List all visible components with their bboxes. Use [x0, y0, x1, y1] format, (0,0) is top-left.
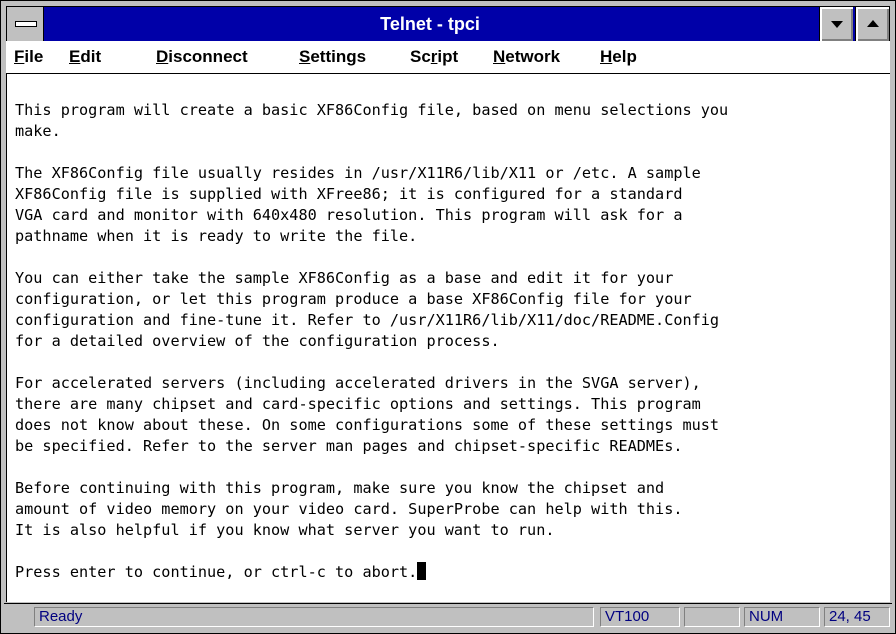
terminal-line: configuration, or let this program produ… — [15, 290, 692, 308]
menu-network[interactable]: Network — [493, 41, 560, 73]
minimize-button[interactable] — [819, 7, 853, 41]
menu-help[interactable]: Help — [600, 41, 637, 73]
minimize-icon — [831, 21, 843, 28]
terminal-line: be specified. Refer to the server man pa… — [15, 437, 683, 455]
terminal-line: The XF86Config file usually resides in /… — [15, 164, 701, 182]
terminal-line: does not know about these. On some confi… — [15, 416, 720, 434]
terminal-prompt-line: Press enter to continue, or ctrl-c to ab… — [15, 563, 418, 581]
status-num-lock: NUM — [744, 607, 820, 627]
system-menu-button[interactable] — [7, 7, 44, 41]
terminal-line: for a detailed overview of the configura… — [15, 332, 500, 350]
terminal-line: there are many chipset and card-specific… — [15, 395, 701, 413]
terminal-line: It is also helpful if you know what serv… — [15, 521, 555, 539]
terminal-line: This program will create a basic XF86Con… — [15, 101, 729, 119]
terminal-line: XF86Config file is supplied with XFree86… — [15, 185, 683, 203]
menu-file[interactable]: File — [14, 41, 43, 73]
maximize-button[interactable] — [855, 7, 889, 41]
telnet-window: Telnet - tpci File Edit Disconnect Setti… — [0, 0, 896, 634]
window-title: Telnet - tpci — [380, 14, 480, 34]
status-blank-pane — [684, 607, 740, 627]
terminal-line: For accelerated servers (including accel… — [15, 374, 701, 392]
status-bar: Ready VT100 NUM 24, 45 — [4, 603, 892, 630]
status-emulation: VT100 — [600, 607, 680, 627]
menu-settings[interactable]: Settings — [299, 41, 366, 73]
terminal-line: pathname when it is ready to write the f… — [15, 227, 418, 245]
terminal-line: make. — [15, 122, 61, 140]
terminal-line: You can either take the sample XF86Confi… — [15, 269, 674, 287]
system-menu-icon — [15, 21, 37, 27]
menu-disconnect[interactable]: Disconnect — [156, 41, 248, 73]
terminal-screen[interactable]: This program will create a basic XF86Con… — [6, 74, 890, 602]
menu-edit[interactable]: Edit — [69, 41, 101, 73]
terminal-cursor — [417, 562, 427, 580]
terminal-text: This program will create a basic XF86Con… — [15, 100, 882, 583]
title-bar[interactable]: Telnet - tpci — [6, 6, 890, 42]
terminal-line: configuration and fine-tune it. Refer to… — [15, 311, 720, 329]
maximize-icon — [867, 20, 879, 27]
status-cursor-position: 24, 45 — [824, 607, 890, 627]
menu-bar: File Edit Disconnect Settings Script Net… — [6, 41, 890, 74]
terminal-line: VGA card and monitor with 640x480 resolu… — [15, 206, 683, 224]
terminal-line: Before continuing with this program, mak… — [15, 479, 665, 497]
status-ready: Ready — [34, 607, 594, 627]
terminal-line: amount of video memory on your video car… — [15, 500, 683, 518]
menu-script[interactable]: Script — [410, 41, 458, 73]
